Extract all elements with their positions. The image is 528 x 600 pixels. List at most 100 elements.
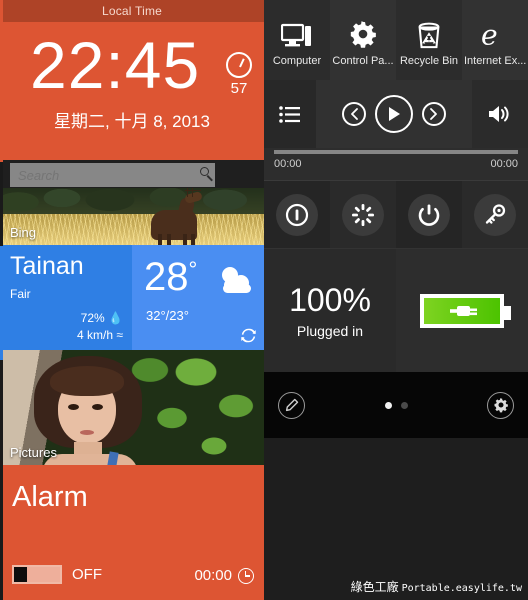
- watermark-cn: 綠色工廠: [350, 580, 399, 594]
- search-row: [0, 160, 264, 188]
- shortcut-label: Computer: [272, 55, 322, 67]
- alarm-toggle-state: OFF: [72, 566, 102, 583]
- battery-panel[interactable]: 100% Plugged in: [264, 248, 528, 373]
- pictures-tile-label: Pictures: [10, 445, 57, 460]
- battery-plugged-icon: [420, 293, 511, 328]
- clock-icon: [226, 52, 252, 78]
- clock-icon: [238, 567, 254, 584]
- left-edge-accent: [0, 0, 3, 600]
- battery-status: Plugged in: [296, 323, 364, 339]
- sleep-icon: [276, 193, 318, 236]
- left-column: Local Time 22:45 57 星期二, 十月 8, 2013 Sear…: [0, 0, 264, 600]
- clock-seconds-group: 57: [218, 52, 260, 97]
- weather-right-panel: 28° 32°/23°: [132, 245, 264, 350]
- shortcut-internet-explorer[interactable]: e Internet Ex...: [462, 0, 528, 80]
- page-dot-1[interactable]: [384, 401, 392, 409]
- battery-percent: 100%: [289, 282, 371, 318]
- bing-image-grass: [0, 214, 264, 245]
- weather-condition: Fair: [10, 287, 31, 301]
- media-progress-group: 00:00 00:00: [274, 150, 518, 170]
- bing-image-deer: [145, 188, 203, 245]
- weather-wind-row: 4 km/h ≈: [77, 327, 123, 344]
- next-icon[interactable]: [422, 102, 446, 126]
- search-icon[interactable]: [196, 163, 215, 187]
- power-buttons-row: [264, 180, 528, 249]
- right-column: Computer Control Pa... Recycle Bin e Int…: [264, 0, 528, 600]
- media-elapsed-time: 00:00: [274, 158, 302, 170]
- clock-tile-header: Local Time: [0, 0, 264, 22]
- key-icon: [474, 193, 516, 236]
- clock-date: 星期二, 十月 8, 2013: [54, 112, 210, 131]
- sleep-button[interactable]: [264, 180, 330, 249]
- weather-wind: 4 km/h: [77, 328, 114, 342]
- weather-temperature: 28: [144, 255, 189, 299]
- computer-icon: [281, 13, 313, 49]
- lock-button[interactable]: [462, 180, 528, 249]
- pencil-icon[interactable]: [278, 391, 305, 419]
- alarm-toggle-knob[interactable]: [14, 567, 27, 582]
- weather-temperature-group: 28°: [144, 255, 197, 300]
- media-controls-row: [264, 80, 528, 148]
- shortcut-label: Internet Ex...: [464, 55, 526, 67]
- weather-degree-symbol: °: [188, 257, 198, 282]
- media-transport-controls: [316, 80, 472, 148]
- battery-icon-group: [396, 248, 528, 373]
- previous-icon[interactable]: [342, 102, 366, 126]
- shortcut-label: Recycle Bin: [399, 55, 459, 67]
- media-times: 00:00 00:00: [274, 158, 518, 170]
- shortcuts-row: Computer Control Pa... Recycle Bin e Int…: [264, 0, 528, 80]
- weather-humidity: 72%: [80, 311, 105, 325]
- weather-city: Tainan: [10, 252, 84, 280]
- media-progress-bar[interactable]: [274, 150, 518, 154]
- wind-icon: ≈: [116, 328, 123, 342]
- alarm-time: 00:00: [194, 567, 232, 584]
- clock-body: 22:45 57 星期二, 十月 8, 2013: [0, 22, 264, 160]
- gear-icon[interactable]: [487, 391, 514, 419]
- shortcut-label: Control Pa...: [332, 55, 394, 67]
- shutdown-button[interactable]: [396, 180, 462, 249]
- battery-text-group: 100% Plugged in: [264, 282, 396, 339]
- moon-cloud-icon: [216, 267, 258, 297]
- page-dots: [384, 401, 408, 409]
- weather-high-low: 32°/23°: [146, 308, 189, 323]
- restart-icon: [342, 193, 384, 236]
- power-icon: [408, 193, 450, 236]
- shortcut-recycle-bin[interactable]: Recycle Bin: [396, 0, 462, 80]
- gadget-toolbar: [264, 372, 528, 438]
- alarm-toggle-track[interactable]: [12, 565, 62, 584]
- alarm-toggle[interactable]: OFF: [12, 565, 102, 584]
- clock-seconds: 57: [230, 80, 248, 97]
- battery-fill: [424, 297, 500, 324]
- weather-left-panel: Tainan Fair 72% 💧 4 km/h ≈: [0, 245, 132, 350]
- playlist-icon[interactable]: [264, 80, 316, 148]
- svg-text:e: e: [481, 19, 498, 49]
- pictures-tile[interactable]: Pictures: [0, 350, 264, 465]
- weather-tile[interactable]: Tainan Fair 72% 💧 4 km/h ≈ 28° 32°/23°: [0, 245, 264, 350]
- alarm-title: Alarm: [12, 481, 88, 513]
- search-box[interactable]: [10, 163, 215, 187]
- gear-icon: [348, 13, 378, 49]
- watermark-en: Portable.easylife.tw: [401, 583, 522, 594]
- internet-explorer-icon: e: [479, 13, 511, 49]
- search-input[interactable]: [10, 167, 196, 183]
- media-player: 00:00 00:00: [264, 80, 528, 180]
- page-dot-2[interactable]: [400, 401, 408, 409]
- clock-tile[interactable]: Local Time 22:45 57 星期二, 十月 8, 2013: [0, 0, 264, 160]
- volume-icon[interactable]: [472, 80, 528, 148]
- alarm-time-group[interactable]: 00:00: [194, 567, 254, 584]
- shortcut-control-panel[interactable]: Control Pa...: [330, 0, 396, 80]
- desktop-gadget-screen: Local Time 22:45 57 星期二, 十月 8, 2013 Sear…: [0, 0, 528, 600]
- bing-image-tile[interactable]: Bing: [0, 188, 264, 245]
- refresh-icon[interactable]: [241, 328, 256, 343]
- recycle-bin-icon: [416, 13, 442, 49]
- shortcut-computer[interactable]: Computer: [264, 0, 330, 80]
- bing-tile-label: Bing: [10, 225, 37, 240]
- alarm-tile[interactable]: Alarm OFF 00:00: [0, 465, 264, 600]
- plug-icon: [450, 305, 477, 316]
- clock-time: 22:45: [30, 28, 201, 102]
- droplet-icon: 💧: [108, 311, 123, 325]
- weather-stats: 72% 💧 4 km/h ≈: [77, 310, 123, 344]
- play-icon[interactable]: [375, 95, 413, 133]
- watermark: 綠色工廠 Portable.easylife.tw: [351, 578, 522, 595]
- restart-button[interactable]: [330, 180, 396, 249]
